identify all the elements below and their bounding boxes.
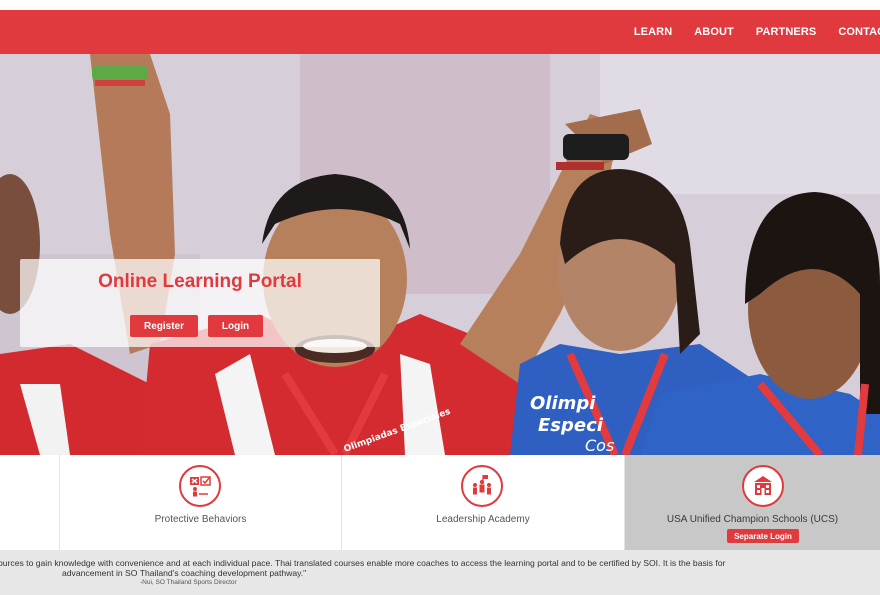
portal-card: Online Learning Portal Register Login xyxy=(20,259,380,347)
portal-title: Online Learning Portal xyxy=(98,271,302,292)
login-button[interactable]: Login xyxy=(208,315,263,337)
tile-label-ucs: USA Unified Champion Schools (UCS) xyxy=(666,514,839,525)
partial-tile[interactable] xyxy=(0,455,60,550)
navbar: LEARN ABOUT PARTNERS CONTACT xyxy=(0,10,880,54)
nav-about-link[interactable]: ABOUT xyxy=(694,26,734,38)
quote-attribution: -Nui, SO Thailand Sports Director xyxy=(140,579,237,586)
quote-line-2: advancement in SO Thailand's coaching de… xyxy=(62,568,307,578)
tile-ucs[interactable]: USA Unified Champion Schools (UCS) Separ… xyxy=(625,455,880,550)
tile-protective-behaviors[interactable]: Protective Behaviors xyxy=(60,455,342,550)
school-building-icon xyxy=(742,465,784,507)
register-button[interactable]: Register xyxy=(130,315,198,337)
hero-photo: Olimpi Especi Cos Olimpiadas Especiales xyxy=(0,54,880,455)
shirt-text-right-2: Especi xyxy=(538,415,604,436)
nav-links: LEARN ABOUT PARTNERS CONTACT xyxy=(634,10,880,54)
quote-line-1: ources to gain knowledge with convenienc… xyxy=(0,558,726,568)
nav-contact-link[interactable]: CONTACT xyxy=(838,26,880,38)
nav-partners-link[interactable]: PARTNERS xyxy=(756,26,817,38)
checklist-person-icon xyxy=(179,465,221,507)
program-tiles: Protective Behaviors Leadership Academy xyxy=(0,455,880,550)
top-strip xyxy=(0,0,880,10)
tile-label-leadership-academy: Leadership Academy xyxy=(436,514,530,525)
hero-banner: Olimpi Especi Cos Olimpiadas Especiales … xyxy=(0,54,880,455)
shirt-text-right-1: Olimpi xyxy=(530,393,596,414)
shirt-text-right-3: Cos xyxy=(585,436,614,455)
nav-learn-link[interactable]: LEARN xyxy=(634,26,672,38)
tile-leadership-academy[interactable]: Leadership Academy xyxy=(342,455,625,550)
separate-login-button[interactable]: Separate Login xyxy=(727,529,799,543)
leadership-group-icon xyxy=(461,465,503,507)
testimonial-quote: ources to gain knowledge with convenienc… xyxy=(0,550,880,595)
tile-label-protective-behaviors: Protective Behaviors xyxy=(154,514,247,525)
